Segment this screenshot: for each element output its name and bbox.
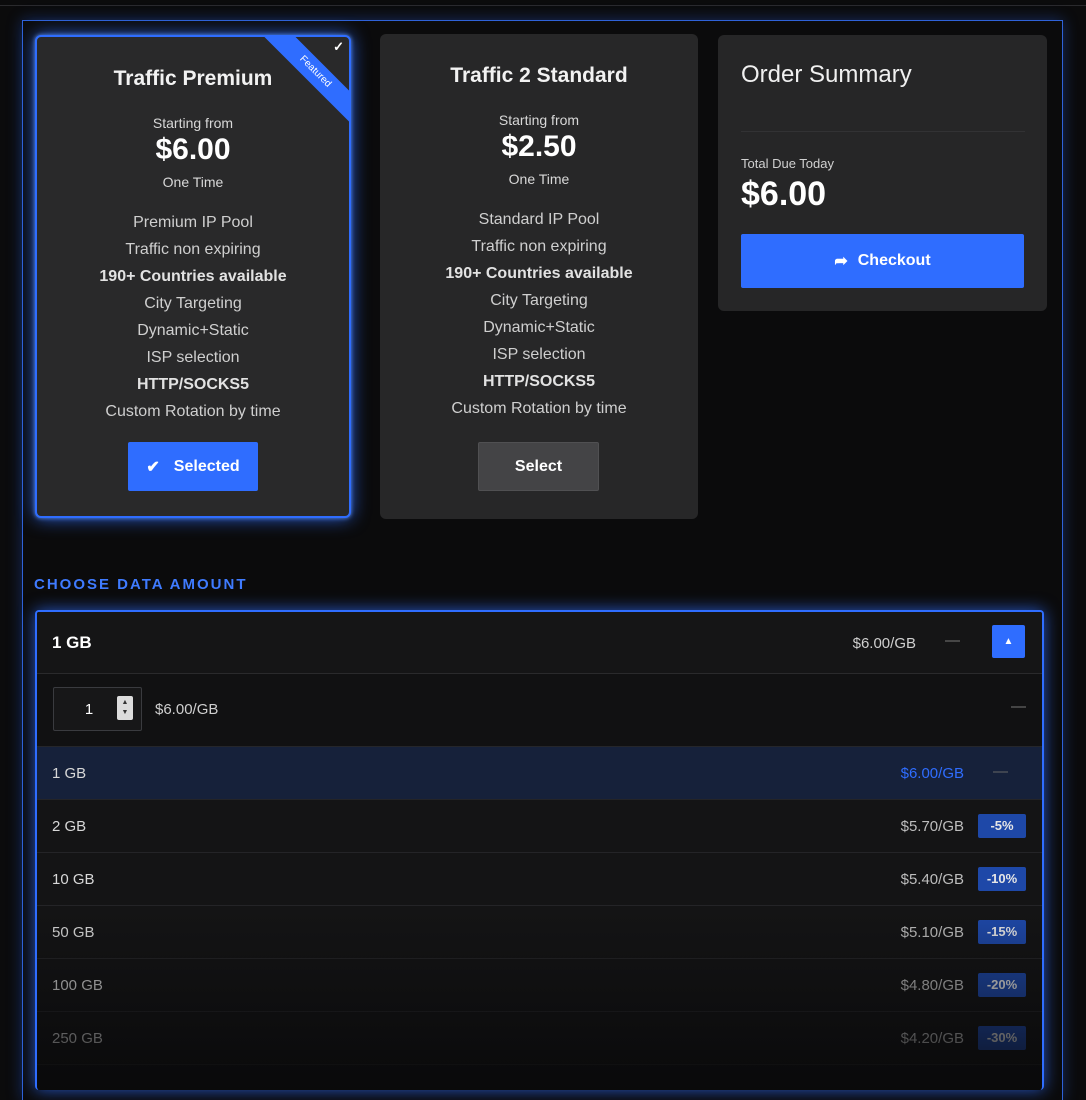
discount-badge: -30% — [978, 1026, 1026, 1050]
option-size: 250 GB — [52, 1030, 103, 1047]
stepper-arrows-icon[interactable]: ▲ ▼ — [117, 696, 133, 720]
amount-option[interactable]: 50 GB $5.10/GB -15% — [37, 906, 1042, 959]
selected-amount: 1 GB — [52, 633, 92, 652]
feature-item: Traffic non expiring — [125, 241, 261, 258]
starting-label: Starting from — [498, 112, 580, 128]
discount-dash: — — [1011, 698, 1026, 715]
feature-list: Premium IP Pool Traffic non expiring 190… — [37, 209, 349, 425]
option-size: 2 GB — [52, 818, 87, 835]
order-summary: Order Summary Total Due Today $6.00 ➦ Ch… — [718, 35, 1047, 311]
option-rate: $6.00/GB — [900, 765, 964, 782]
amount-option[interactable]: 10 GB $5.40/GB -10% — [37, 853, 1042, 906]
feature-item: Custom Rotation by time — [451, 400, 627, 417]
discount-badge: -15% — [978, 920, 1026, 944]
option-size: 100 GB — [52, 977, 103, 994]
option-discount: — — [993, 763, 1008, 780]
feature-item: Standard IP Pool — [478, 211, 600, 228]
plan-title: Traffic 2 Standard — [450, 64, 628, 87]
option-rate: $5.70/GB — [900, 818, 964, 835]
section-title-data-amount: CHOOSE DATA AMOUNT — [34, 576, 248, 593]
amount-option[interactable]: 2 GB $5.70/GB -5% — [37, 800, 1042, 853]
feature-item: Traffic non expiring — [471, 238, 607, 255]
plan-price: $6.00 — [155, 133, 231, 166]
feature-item: HTTP/SOCKS5 — [482, 373, 595, 390]
option-size: 10 GB — [52, 871, 95, 888]
feature-item: Custom Rotation by time — [105, 403, 281, 420]
plan-card-premium[interactable]: Featured ✓ Traffic Premium Starting from… — [35, 35, 351, 518]
feature-item: HTTP/SOCKS5 — [136, 376, 249, 393]
feature-item: Dynamic+Static — [137, 322, 249, 339]
option-rate: $5.10/GB — [900, 924, 964, 941]
selected-button-label: Selected — [173, 457, 240, 475]
option-size: 1 GB — [52, 765, 87, 782]
starting-label: Starting from — [152, 115, 234, 131]
total-due-label: Total Due Today — [741, 156, 834, 171]
quantity-value: 1 — [84, 701, 94, 718]
amount-option[interactable]: 1 GB $6.00/GB — — [37, 747, 1042, 800]
amount-option[interactable]: 100 GB $4.80/GB -20% — [37, 959, 1042, 1012]
amount-option[interactable]: 250 GB $4.20/GB -30% — [37, 1012, 1042, 1065]
feature-item: ISP selection — [492, 346, 586, 363]
option-rate: $4.20/GB — [900, 1030, 964, 1047]
total-due-amount: $6.00 — [741, 175, 827, 213]
billing-cycle: One Time — [508, 171, 570, 187]
discount-badge: -10% — [978, 867, 1026, 891]
top-divider — [0, 5, 1086, 6]
share-arrow-icon: ➦ — [834, 253, 848, 270]
dropdown-header[interactable]: 1 GB $6.00/GB — ▲ — [37, 612, 1042, 674]
discount-badge: -5% — [978, 814, 1026, 838]
feature-item: 190+ Countries available — [99, 268, 287, 285]
billing-cycle: One Time — [162, 174, 224, 190]
checkout-button[interactable]: ➦ Checkout — [741, 234, 1024, 288]
option-rate: $5.40/GB — [900, 871, 964, 888]
feature-item: 190+ Countries available — [445, 265, 633, 282]
option-size: 50 GB — [52, 924, 95, 941]
feature-item: City Targeting — [490, 292, 588, 309]
selected-button[interactable]: ✔ Selected — [128, 442, 258, 491]
data-amount-dropdown[interactable]: 1 GB $6.00/GB — ▲ 1 ▲ ▼ $6.00/GB — 1 GB $… — [35, 610, 1044, 1090]
check-icon: ✔ — [146, 458, 160, 476]
summary-title: Order Summary — [741, 61, 912, 88]
check-icon: ✓ — [333, 39, 344, 54]
quantity-stepper[interactable]: 1 ▲ ▼ — [53, 687, 142, 731]
feature-item: Dynamic+Static — [483, 319, 595, 336]
plan-title: Traffic Premium — [113, 67, 273, 90]
caret-up-icon[interactable]: ▲ — [992, 625, 1025, 658]
plan-card-standard[interactable]: Traffic 2 Standard Starting from $2.50 O… — [380, 34, 698, 519]
plan-price: $2.50 — [501, 130, 577, 163]
selected-rate: $6.00/GB — [852, 635, 916, 652]
select-button[interactable]: Select — [478, 442, 599, 491]
option-rate: $4.80/GB — [900, 977, 964, 994]
feature-list: Standard IP Pool Traffic non expiring 19… — [380, 206, 698, 422]
summary-divider — [741, 131, 1025, 132]
discount-badge: -20% — [978, 973, 1026, 997]
quantity-rate: $6.00/GB — [155, 701, 219, 718]
feature-item: City Targeting — [144, 295, 242, 312]
discount-dash: — — [945, 632, 960, 649]
feature-item: Premium IP Pool — [133, 214, 253, 231]
custom-quantity-row: 1 ▲ ▼ $6.00/GB — — [37, 674, 1042, 747]
feature-item: ISP selection — [146, 349, 240, 366]
checkout-button-label: Checkout — [857, 252, 931, 269]
